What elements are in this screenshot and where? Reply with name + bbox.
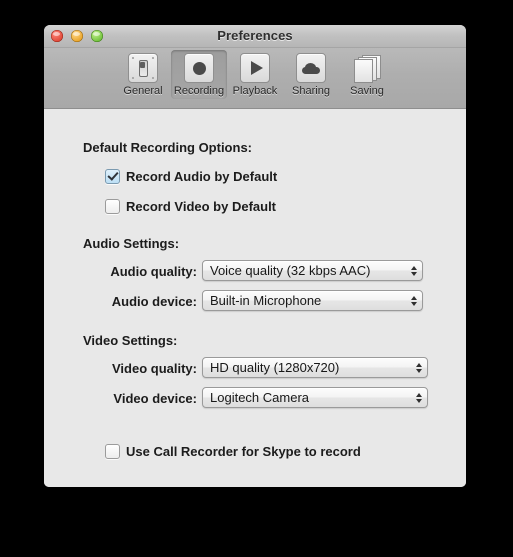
- audio-device-label: Audio device:: [111, 294, 197, 309]
- window-title: Preferences: [217, 28, 293, 43]
- audio-device-stepper-icon[interactable]: [406, 291, 422, 310]
- video-quality-value: HD quality (1280x720): [210, 360, 340, 375]
- audio-quality-stepper-icon[interactable]: [406, 261, 422, 280]
- audio-quality-label: Audio quality:: [110, 264, 197, 279]
- toolbar-item-sharing[interactable]: Sharing: [283, 50, 339, 99]
- checkbox-row-call-recorder-skype[interactable]: Use Call Recorder for Skype to record: [105, 444, 361, 459]
- record-audio-checkbox[interactable]: [105, 169, 120, 184]
- preferences-window: Preferences General Recording Playback S…: [44, 25, 466, 487]
- toolbar-item-recording-label: Recording: [173, 85, 225, 97]
- video-quality-label: Video quality:: [112, 361, 197, 376]
- video-quality-popup[interactable]: HD quality (1280x720): [202, 357, 428, 378]
- documents-icon: [351, 52, 383, 84]
- checkbox-row-record-audio[interactable]: Record Audio by Default: [105, 169, 277, 184]
- video-device-stepper-icon[interactable]: [411, 388, 427, 407]
- audio-quality-popup[interactable]: Voice quality (32 kbps AAC): [202, 260, 423, 281]
- section-heading-video-settings: Video Settings:: [83, 333, 178, 348]
- toolbar-item-saving[interactable]: Saving: [339, 50, 395, 99]
- recording-preferences-pane: Default Recording Options: Record Audio …: [44, 109, 466, 487]
- video-device-label: Video device:: [113, 391, 197, 406]
- video-quality-stepper-icon[interactable]: [411, 358, 427, 377]
- play-triangle-icon: [239, 52, 271, 84]
- toolbar-item-recording[interactable]: Recording: [171, 50, 227, 99]
- toolbar-item-playback-label: Playback: [232, 85, 278, 97]
- audio-quality-value: Voice quality (32 kbps AAC): [210, 263, 371, 278]
- record-video-checkbox[interactable]: [105, 199, 120, 214]
- section-heading-default-recording-options: Default Recording Options:: [83, 140, 252, 155]
- window-titlebar[interactable]: Preferences: [44, 25, 466, 48]
- audio-device-popup[interactable]: Built-in Microphone: [202, 290, 423, 311]
- audio-device-value: Built-in Microphone: [210, 293, 322, 308]
- call-recorder-skype-checkbox[interactable]: [105, 444, 120, 459]
- section-heading-audio-settings: Audio Settings:: [83, 236, 180, 251]
- preferences-toolbar: General Recording Playback Sharing Savin…: [44, 48, 466, 109]
- record-audio-label: Record Audio by Default: [126, 169, 278, 184]
- record-video-label: Record Video by Default: [126, 199, 277, 214]
- record-dot-icon: [183, 52, 215, 84]
- toolbar-item-playback[interactable]: Playback: [227, 50, 283, 99]
- video-device-popup[interactable]: Logitech Camera: [202, 387, 428, 408]
- toolbar-item-sharing-label: Sharing: [292, 85, 330, 97]
- cloud-icon: [295, 52, 327, 84]
- toolbar-item-general-label: General: [123, 85, 163, 97]
- switch-plate-icon: [127, 52, 159, 84]
- toolbar-item-general[interactable]: General: [115, 50, 171, 99]
- video-device-value: Logitech Camera: [210, 390, 309, 405]
- call-recorder-skype-label: Use Call Recorder for Skype to record: [126, 444, 361, 459]
- checkbox-row-record-video[interactable]: Record Video by Default: [105, 199, 276, 214]
- toolbar-item-saving-label: Saving: [350, 85, 384, 97]
